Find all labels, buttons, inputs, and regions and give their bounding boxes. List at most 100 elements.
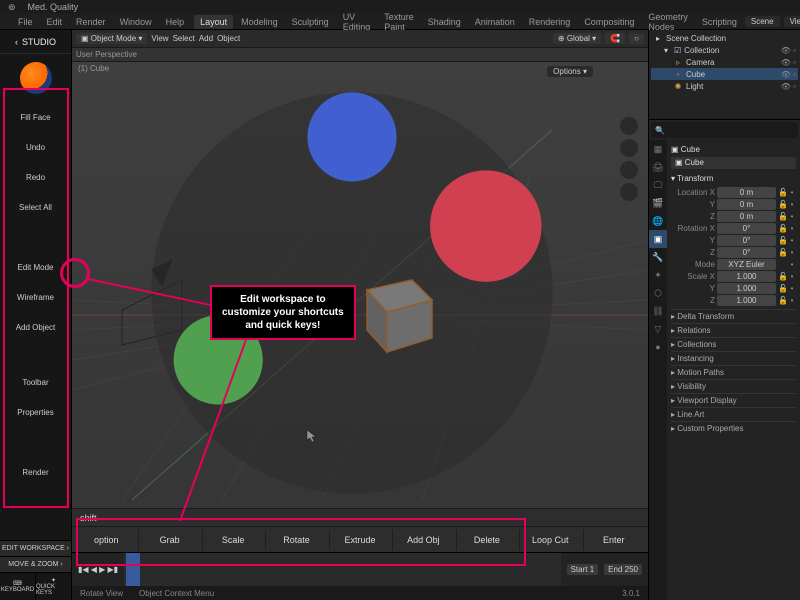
key-rotate[interactable]: Rotate bbox=[265, 530, 326, 550]
tab-particles-icon[interactable]: ✦ bbox=[649, 266, 667, 284]
section-collections[interactable]: ▸ Collections bbox=[671, 337, 796, 351]
section-relations[interactable]: ▸ Relations bbox=[671, 323, 796, 337]
tab-modifiers-icon[interactable]: 🔧 bbox=[649, 248, 667, 266]
keyboard-icon[interactable]: ⌨KEYBOARD bbox=[0, 572, 35, 600]
key-extrude[interactable]: Extrude bbox=[329, 530, 390, 550]
snap-toggle[interactable]: 🧲 bbox=[605, 33, 625, 44]
outliner-cube[interactable]: ▫Cube👁 ▫ bbox=[651, 68, 798, 80]
rot-x[interactable]: 0° bbox=[717, 223, 776, 234]
scale-z[interactable]: 1.000 bbox=[717, 295, 776, 306]
props-object-name: ▣ Cube bbox=[671, 142, 796, 157]
move-view-icon[interactable] bbox=[620, 139, 638, 157]
tab-constraints-icon[interactable]: ⛓ bbox=[649, 302, 667, 320]
end-frame[interactable]: End 250 bbox=[604, 564, 642, 575]
menu-window[interactable]: Window bbox=[114, 15, 158, 29]
camera-view-icon[interactable] bbox=[620, 161, 638, 179]
section-lineart[interactable]: ▸ Line Art bbox=[671, 407, 796, 421]
tab-object-icon[interactable]: ▣ bbox=[649, 230, 667, 248]
scene-selector[interactable]: Scene bbox=[745, 16, 780, 27]
persp-label: User Perspective bbox=[76, 50, 137, 59]
loc-z[interactable]: 0 m bbox=[717, 211, 776, 222]
menu-file[interactable]: File bbox=[12, 15, 39, 29]
transform-section[interactable]: ▾ Transform bbox=[671, 171, 796, 186]
loc-x[interactable]: 0 m bbox=[717, 187, 776, 198]
tab-data-icon[interactable]: ▽ bbox=[649, 320, 667, 338]
studio-redo[interactable]: Redo bbox=[0, 162, 71, 192]
proportional-toggle[interactable]: ○ bbox=[629, 33, 644, 44]
nav-gizmo-icon[interactable] bbox=[72, 70, 640, 508]
edit-workspace-button[interactable]: EDIT WORKSPACE › bbox=[0, 540, 71, 556]
workspace-shading[interactable]: Shading bbox=[422, 15, 467, 29]
rot-z[interactable]: 0° bbox=[717, 247, 776, 258]
tab-material-icon[interactable]: ● bbox=[649, 338, 667, 356]
rot-y[interactable]: 0° bbox=[717, 235, 776, 246]
header-object[interactable]: Object bbox=[217, 34, 240, 43]
workspace-modeling[interactable]: Modeling bbox=[235, 15, 284, 29]
studio-wireframe[interactable]: Wireframe bbox=[0, 282, 71, 312]
outliner-scene-collection[interactable]: ▸Scene Collection bbox=[651, 32, 798, 44]
header-select[interactable]: Select bbox=[173, 34, 195, 43]
studio-select-all[interactable]: Select All bbox=[0, 192, 71, 222]
tab-render-icon[interactable]: ▦ bbox=[649, 140, 667, 158]
studio-render[interactable]: Render bbox=[0, 457, 71, 487]
header-view[interactable]: View bbox=[151, 34, 168, 43]
persp-toggle-icon[interactable] bbox=[620, 183, 638, 201]
timeline-ruler[interactable] bbox=[124, 553, 560, 586]
studio-undo[interactable]: Undo bbox=[0, 132, 71, 162]
section-instancing[interactable]: ▸ Instancing bbox=[671, 351, 796, 365]
studio-fill-face[interactable]: Fill Face bbox=[0, 102, 71, 132]
tab-scene-icon[interactable]: 🎬 bbox=[649, 194, 667, 212]
section-motion[interactable]: ▸ Motion Paths bbox=[671, 365, 796, 379]
orientation-selector[interactable]: ⊕ Global ▾ bbox=[553, 33, 601, 44]
menu-edit[interactable]: Edit bbox=[41, 15, 69, 29]
outliner-camera[interactable]: ▹Camera👁 ▫ bbox=[651, 56, 798, 68]
key-grab[interactable]: Grab bbox=[138, 530, 199, 550]
workspace-rendering[interactable]: Rendering bbox=[523, 15, 577, 29]
key-addobj[interactable]: Add Obj bbox=[392, 530, 453, 550]
outliner[interactable]: ▸Scene Collection ▾☑Collection👁 ▫ ▹Camer… bbox=[649, 30, 800, 120]
zoom-icon[interactable] bbox=[620, 117, 638, 135]
workspace-sculpting[interactable]: Sculpting bbox=[286, 15, 335, 29]
quick-keys-icon[interactable]: ✦QUICK KEYS bbox=[35, 572, 71, 600]
studio-add-object[interactable]: Add Object bbox=[0, 312, 71, 342]
studio-toolbar[interactable]: Toolbar bbox=[0, 367, 71, 397]
menu-help[interactable]: Help bbox=[160, 15, 191, 29]
workspace-scripting[interactable]: Scripting bbox=[696, 15, 743, 29]
menu-render[interactable]: Render bbox=[70, 15, 112, 29]
props-data-name[interactable]: ▣ Cube bbox=[671, 157, 796, 168]
outliner-light[interactable]: ✺Light👁 ▫ bbox=[651, 80, 798, 92]
start-frame[interactable]: Start 1 bbox=[567, 564, 599, 575]
key-enter[interactable]: Enter bbox=[583, 530, 644, 550]
key-delete[interactable]: Delete bbox=[456, 530, 517, 550]
viewlayer-selector[interactable]: ViewLayer bbox=[784, 16, 800, 27]
section-delta[interactable]: ▸ Delta Transform bbox=[671, 309, 796, 323]
rot-mode[interactable]: XYZ Euler bbox=[717, 259, 776, 270]
chevron-left-icon[interactable]: ‹ bbox=[15, 37, 18, 47]
timeline[interactable]: ▮◀ ◀ ▶ ▶▮ Start 1 End 250 bbox=[72, 552, 648, 586]
tab-view-icon[interactable]: 🖵 bbox=[649, 176, 667, 194]
tab-world-icon[interactable]: 🌐 bbox=[649, 212, 667, 230]
section-display[interactable]: ▸ Viewport Display bbox=[671, 393, 796, 407]
key-loopcut[interactable]: Loop Cut bbox=[519, 530, 580, 550]
tab-physics-icon[interactable]: ⬡ bbox=[649, 284, 667, 302]
header-add[interactable]: Add bbox=[199, 34, 213, 43]
scale-y[interactable]: 1.000 bbox=[717, 283, 776, 294]
3d-viewport[interactable]: (1) Cube Options ▾ bbox=[72, 62, 648, 508]
workspace-compositing[interactable]: Compositing bbox=[578, 15, 640, 29]
props-search[interactable]: 🔍 bbox=[651, 122, 798, 138]
loc-y[interactable]: 0 m bbox=[717, 199, 776, 210]
section-custom[interactable]: ▸ Custom Properties bbox=[671, 421, 796, 435]
workspace-layout[interactable]: Layout bbox=[194, 15, 233, 29]
move-zoom-button[interactable]: MOVE & ZOOM › bbox=[0, 556, 71, 572]
outliner-collection[interactable]: ▾☑Collection👁 ▫ bbox=[651, 44, 798, 56]
studio-header: ‹ STUDIO bbox=[0, 30, 71, 54]
section-visibility[interactable]: ▸ Visibility bbox=[671, 379, 796, 393]
key-scale[interactable]: Scale bbox=[202, 530, 263, 550]
playback-controls[interactable]: ▮◀ ◀ ▶ ▶▮ bbox=[78, 565, 118, 574]
studio-properties[interactable]: Properties bbox=[0, 397, 71, 427]
mode-selector[interactable]: ▣ Object Mode ▾ bbox=[76, 33, 147, 44]
scale-x[interactable]: 1.000 bbox=[717, 271, 776, 282]
tab-output-icon[interactable]: 🖨 bbox=[649, 158, 667, 176]
workspace-animation[interactable]: Animation bbox=[469, 15, 521, 29]
key-option[interactable]: option bbox=[76, 530, 136, 550]
